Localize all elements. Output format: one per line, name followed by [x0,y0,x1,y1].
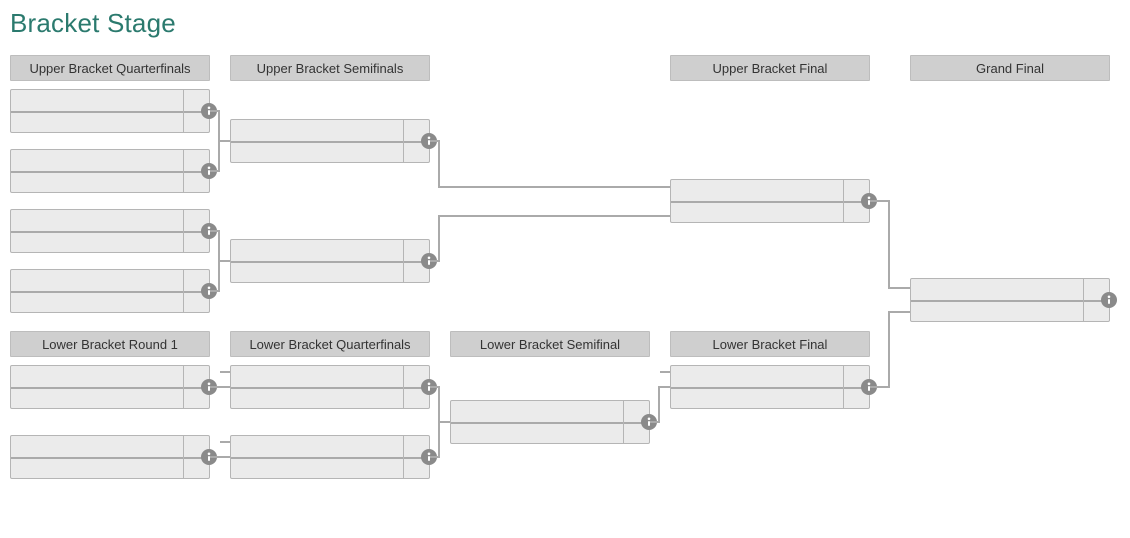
match-upper-sf-1[interactable] [230,119,430,163]
match-lower-r1-2[interactable] [10,435,210,479]
match-lower-r1-1[interactable] [10,365,210,409]
round-header-upper-sf: Upper Bracket Semifinals [230,55,430,81]
round-header-lower-f: Lower Bracket Final [670,331,870,357]
match-lower-qf-1[interactable] [230,365,430,409]
match-upper-qf-4[interactable] [10,269,210,313]
match-upper-qf-1[interactable] [10,89,210,133]
match-lower-sf[interactable] [450,400,650,444]
match-lower-qf-2[interactable] [230,435,430,479]
match-lower-final[interactable] [670,365,870,409]
page-title: Bracket Stage [10,8,1120,39]
info-icon[interactable] [1101,292,1117,308]
match-upper-sf-2[interactable] [230,239,430,283]
match-upper-qf-2[interactable] [10,149,210,193]
match-upper-qf-3[interactable] [10,209,210,253]
round-header-lower-qf: Lower Bracket Quarterfinals [230,331,430,357]
round-header-lower-sf: Lower Bracket Semifinal [450,331,650,357]
match-upper-final[interactable] [670,179,870,223]
bracket-stage: Upper Bracket Quarterfinals Upper Bracke… [10,55,1120,535]
round-header-grand-f: Grand Final [910,55,1110,81]
round-header-upper-qf: Upper Bracket Quarterfinals [10,55,210,81]
round-header-upper-f: Upper Bracket Final [670,55,870,81]
match-grand-final[interactable] [910,278,1110,322]
round-header-lower-r1: Lower Bracket Round 1 [10,331,210,357]
